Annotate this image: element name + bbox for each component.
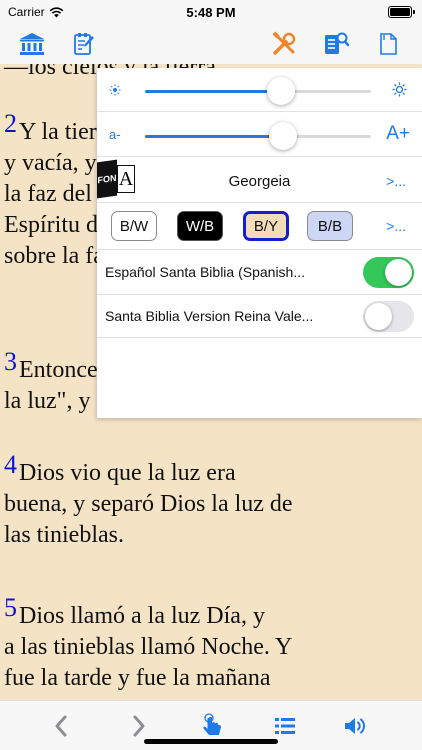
next-chapter-button[interactable] <box>126 713 152 739</box>
verse-number: 4 <box>4 450 17 479</box>
theme-bb-button[interactable]: B/B <box>307 211 353 241</box>
brightness-slider-fill <box>145 90 281 93</box>
verse-number: 3 <box>4 347 17 376</box>
list-icon <box>275 718 295 734</box>
font-size-slider-fill <box>145 135 283 138</box>
library-button[interactable] <box>18 30 46 58</box>
bible-toggle-label: Español Santa Biblia (Spanish... <box>105 264 306 280</box>
chapter-list-button[interactable] <box>272 713 298 739</box>
home-indicator <box>144 739 278 744</box>
verse-line: buena, y separó Dios la luz de <box>4 491 293 517</box>
bible-toggle-row: Español Santa Biblia (Spanish... <box>97 250 422 295</box>
tap-mode-button[interactable] <box>200 713 226 739</box>
theme-row: B/W W/B B/Y B/B >... <box>97 203 422 250</box>
nav-bar <box>0 24 422 64</box>
theme-by-button[interactable]: B/Y <box>243 211 289 241</box>
clock: 5:48 PM <box>186 5 236 20</box>
theme-more-button[interactable]: >... <box>386 218 406 234</box>
tap-hand-icon <box>203 713 221 735</box>
brightness-slider[interactable] <box>145 77 371 105</box>
search-book-button[interactable] <box>322 30 350 58</box>
bible-toggle-switch[interactable] <box>363 257 414 288</box>
verse-5: 5Dios llamó a la luz Día, y a las tinieb… <box>4 592 420 694</box>
edit-note-icon <box>74 33 94 55</box>
verse-line: fue la tarde y fue la mañana <box>4 665 271 691</box>
verse-line: Dios llamó a la luz Día, y <box>19 603 265 629</box>
tools-button[interactable] <box>270 30 298 58</box>
toggle-knob <box>365 303 392 330</box>
document-icon <box>380 33 397 55</box>
font-size-row: a- A+ <box>97 112 422 157</box>
notes-button[interactable] <box>70 30 98 58</box>
display-settings-panel: a- A+ FON A Georgeia >... B/W W/B B/Y B/… <box>97 68 422 418</box>
bible-toggle-label: Santa Biblia Version Reina Vale... <box>105 308 314 324</box>
font-icon: FON A <box>97 159 135 199</box>
theme-wb-button[interactable]: W/B <box>177 211 223 241</box>
font-name: Georgeia <box>228 173 291 190</box>
theme-bw-button[interactable]: B/W <box>111 211 157 241</box>
audio-button[interactable] <box>342 713 368 739</box>
forward-chevron-icon <box>133 715 145 737</box>
font-size-max-label: A+ <box>386 123 410 144</box>
brightness-slider-thumb[interactable] <box>266 77 295 105</box>
back-chevron-icon <box>55 715 67 737</box>
font-icon-letter: A <box>117 165 135 193</box>
font-more-button[interactable]: >... <box>386 173 406 189</box>
tools-icon <box>272 31 296 55</box>
previous-chapter-button[interactable] <box>48 713 74 739</box>
verse-line: las tinieblas. <box>4 522 124 548</box>
bible-toggle-row: Santa Biblia Version Reina Vale... <box>97 295 422 338</box>
brightness-high-icon <box>392 82 407 97</box>
font-icon-badge: FON <box>97 159 117 199</box>
font-row[interactable]: FON A Georgeia >... <box>97 157 422 203</box>
brightness-low-icon <box>109 84 121 96</box>
document-button[interactable] <box>374 30 402 58</box>
verse-line: a las tinieblas llamó Noche. Y <box>4 634 293 660</box>
font-size-slider-thumb[interactable] <box>268 122 297 150</box>
font-size-min-label: a- <box>109 127 121 142</box>
bank-icon <box>20 33 44 55</box>
brightness-row <box>97 68 422 112</box>
toggle-knob <box>385 259 412 286</box>
font-size-slider[interactable] <box>145 122 371 150</box>
verse-4: 4Dios vio que la luz era buena, y separó… <box>4 449 420 551</box>
verse-line: Dios vio que la luz era <box>19 460 236 486</box>
book-search-icon <box>325 32 349 54</box>
speaker-icon <box>345 718 365 734</box>
bible-toggle-switch[interactable] <box>363 301 414 332</box>
status-bar: Carrier 5:48 PM <box>0 0 422 24</box>
verse-number: 2 <box>4 109 17 138</box>
battery-icon <box>388 6 415 18</box>
verse-number: 5 <box>4 593 17 622</box>
